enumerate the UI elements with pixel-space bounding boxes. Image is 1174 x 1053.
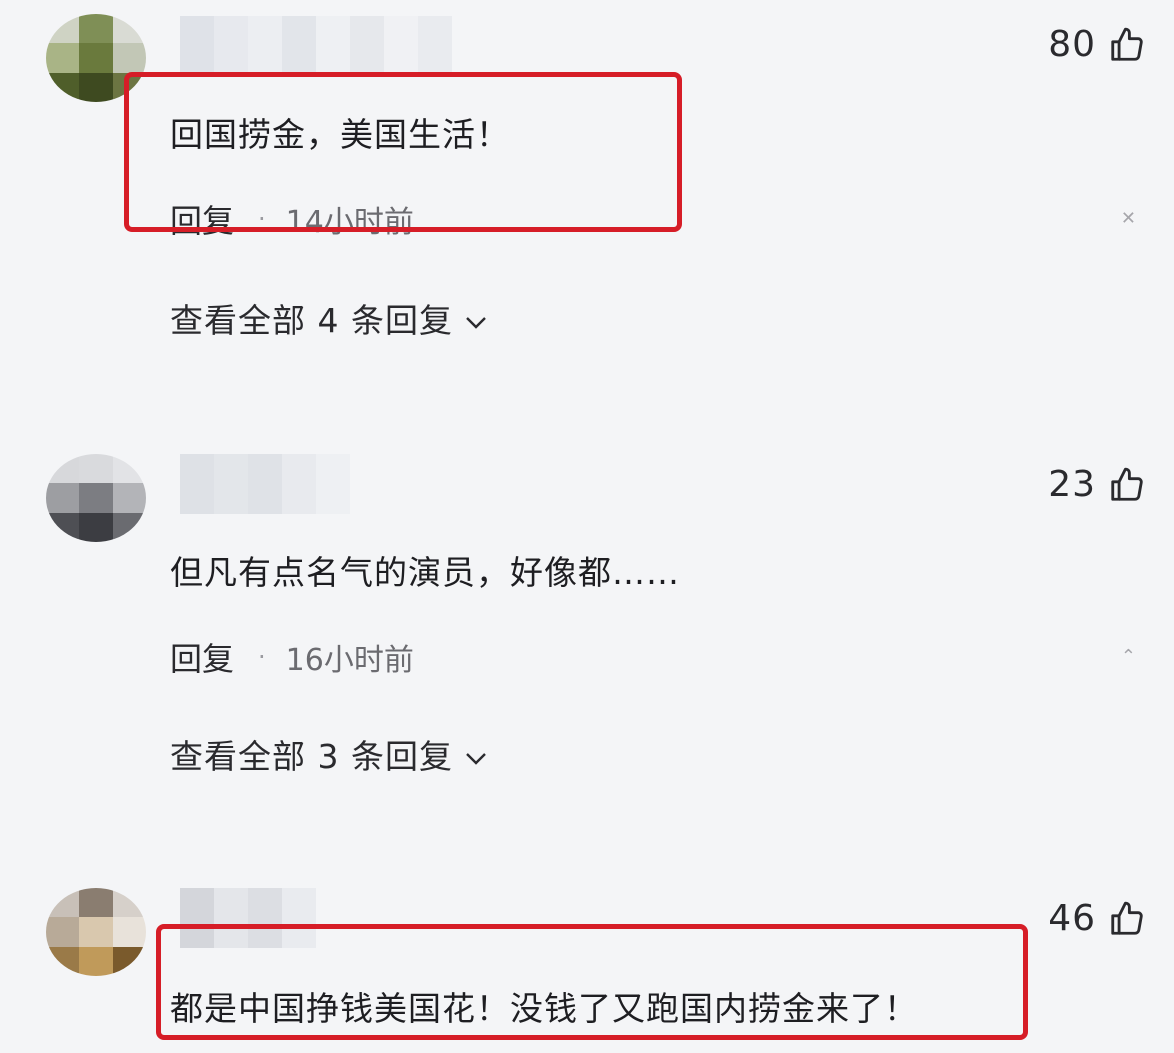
like-button[interactable]: 80: [1048, 24, 1146, 65]
like-count: 80: [1048, 24, 1096, 65]
highlight-box: [156, 924, 1028, 1040]
comment-2: 23 但凡有点名气的演员，好像都…… 回复 · 16小时前 ⌃ 查看全部 3 条…: [0, 440, 1174, 840]
view-replies-button[interactable]: 查看全部 4 条回复: [170, 294, 487, 342]
like-button[interactable]: 23: [1048, 464, 1146, 505]
comment-text: 但凡有点名气的演员，好像都……: [170, 553, 680, 592]
like-count: 46: [1048, 898, 1096, 939]
view-replies-label: 查看全部 3 条回复: [170, 737, 453, 776]
username-blurred[interactable]: [180, 16, 452, 76]
collapse-icon[interactable]: ✕: [1121, 208, 1136, 229]
collapse-icon[interactable]: ⌃: [1121, 646, 1136, 667]
thumbs-up-icon: [1108, 26, 1146, 64]
thumbs-up-icon: [1108, 900, 1146, 938]
chevron-down-icon: [465, 735, 487, 774]
like-count: 23: [1048, 464, 1096, 505]
username-blurred[interactable]: [180, 454, 350, 514]
avatar[interactable]: [46, 888, 146, 976]
timestamp: 16小时前: [285, 643, 414, 678]
separator-dot: ·: [258, 643, 266, 671]
view-replies-button[interactable]: 查看全部 3 条回复: [170, 730, 487, 778]
reply-button[interactable]: 回复: [170, 634, 234, 680]
view-replies-label: 查看全部 4 条回复: [170, 301, 453, 340]
highlight-box: [124, 72, 682, 232]
chevron-down-icon: [465, 299, 487, 338]
thumbs-up-icon: [1108, 466, 1146, 504]
avatar[interactable]: [46, 454, 146, 542]
like-button[interactable]: 46: [1048, 898, 1146, 939]
comment-meta: 回复 · 16小时前: [170, 634, 414, 680]
